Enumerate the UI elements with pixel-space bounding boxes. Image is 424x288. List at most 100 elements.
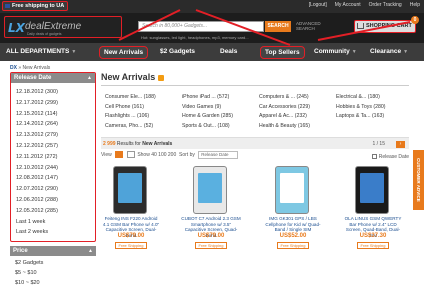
grid-view-icon[interactable] bbox=[115, 151, 124, 159]
date-filter-item[interactable]: 12.14.2012 (264) bbox=[11, 119, 95, 130]
next-page-button[interactable]: › bbox=[396, 141, 405, 148]
product-card[interactable]: IMG GK301 GPS / LBS Cellphone for Kid w/… bbox=[263, 164, 323, 254]
date-filter-item[interactable]: 12.18.2012 (300) bbox=[11, 87, 95, 98]
release-date-checkbox[interactable]: Release Date bbox=[371, 151, 409, 163]
date-filter-item[interactable]: 12.13.2012 (279) bbox=[11, 130, 95, 141]
category-link[interactable]: Health & Beauty (165) bbox=[255, 122, 332, 132]
cart-count-badge: 0 bbox=[411, 16, 419, 24]
phone-image[interactable] bbox=[355, 166, 389, 214]
date-filter-item[interactable]: 12.05.2012 (285) bbox=[11, 206, 95, 217]
advanced-search-link[interactable]: ADVANCED SEARCH bbox=[296, 21, 321, 31]
search-button[interactable]: SEARCH bbox=[265, 21, 291, 32]
show-option[interactable]: 40 bbox=[151, 152, 157, 158]
category-link[interactable]: Apparel & Ac... (232) bbox=[255, 112, 332, 122]
date-filter-item[interactable]: 12.11.2012 (272) bbox=[11, 152, 95, 163]
cart-label: SHOPPING CART bbox=[366, 23, 412, 29]
category-link[interactable]: Laptops & Ta... (163) bbox=[332, 112, 409, 122]
date-filter-item[interactable]: 12.10.2012 (244) bbox=[11, 163, 95, 174]
breadcrumb-home[interactable]: DX bbox=[10, 65, 17, 71]
release-date-filter: Release Date ▲ 12.18.2012 (300) 12.17.201… bbox=[10, 72, 96, 243]
release-date-title: Release Date bbox=[14, 75, 52, 81]
free-shipping-tag: Free Shipping bbox=[277, 242, 309, 249]
date-filter-item[interactable]: 12.08.2012 (147) bbox=[11, 173, 95, 184]
free-shipping-label: Free shipping to UA bbox=[12, 3, 65, 9]
product-card[interactable]: OLA LINUS GSM QWERTY Bar Phone w/ 2.4" L… bbox=[343, 164, 403, 254]
category-link[interactable]: Video Games (9) bbox=[178, 103, 255, 113]
category-link[interactable]: Home & Garden (285) bbox=[178, 112, 255, 122]
category-link[interactable]: Cell Phone (161) bbox=[101, 103, 178, 113]
divider bbox=[101, 85, 409, 86]
nav-label: ALL DEPARTMENTS bbox=[6, 48, 70, 55]
nav-deals[interactable]: Deals bbox=[216, 46, 241, 59]
category-link[interactable]: Hobbies & Toys (280) bbox=[332, 103, 409, 113]
date-filter-item[interactable]: 12.15.2012 (114) bbox=[11, 109, 95, 120]
category-link[interactable]: Car Accessories (229) bbox=[255, 103, 332, 113]
nav-top-sellers[interactable]: Top Sellers bbox=[260, 46, 305, 59]
date-filter-item[interactable]: 12.12.2012 (257) bbox=[11, 141, 95, 152]
price-filter-item[interactable]: $2 Gadgets bbox=[10, 258, 96, 268]
nav-new-arrivals[interactable]: New Arrivals bbox=[99, 46, 149, 59]
category-link[interactable] bbox=[332, 122, 409, 132]
price-title: Price bbox=[13, 248, 28, 255]
chevron-down-icon: ▼ bbox=[71, 49, 77, 55]
product-price: US$52.00 bbox=[279, 233, 307, 239]
phone-image[interactable] bbox=[113, 166, 147, 214]
phone-image[interactable] bbox=[193, 166, 227, 214]
nav-clearance[interactable]: Clearance ▼ bbox=[366, 46, 412, 59]
category-link[interactable]: Computers & ... (245) bbox=[255, 93, 332, 103]
nav-label: Deals bbox=[220, 48, 238, 55]
date-filter-item[interactable]: 12.06.2012 (288) bbox=[11, 195, 95, 206]
category-link[interactable]: Flashlights ... (106) bbox=[101, 112, 178, 122]
sort-select[interactable]: Release Date bbox=[198, 150, 239, 159]
logo-text: dealExtreme bbox=[25, 21, 82, 32]
category-link[interactable]: iPhone iPad ... (572) bbox=[178, 93, 255, 103]
result-text: Results for bbox=[116, 141, 141, 147]
show-option[interactable]: 100 bbox=[158, 152, 166, 158]
product-title[interactable]: IMG GK301 GPS / LBS Cellphone for Kid w/… bbox=[263, 216, 323, 233]
product-card[interactable]: CUBOT C7 Android 2.3 GSM Smartphone w/ 3… bbox=[181, 164, 241, 254]
category-link[interactable]: Electrical &... (180) bbox=[332, 93, 409, 103]
free-shipping-tag: Free Shipping bbox=[115, 242, 147, 249]
date-filter-item[interactable]: Last 1 week bbox=[11, 217, 95, 228]
my-account-link[interactable]: My Account bbox=[335, 2, 361, 8]
customer-advice-tab[interactable]: CUSTOMER ADVICE bbox=[413, 150, 424, 210]
results-bar: 2 999 Results for New Arrivals 1 / 15 › bbox=[101, 137, 409, 149]
date-filter-item[interactable]: Last 2 weeks bbox=[11, 227, 95, 238]
list-view-icon[interactable] bbox=[126, 151, 135, 159]
show-label: Show bbox=[137, 152, 150, 158]
nav-2-gadgets[interactable]: $2 Gadgets bbox=[156, 46, 199, 59]
checkbox-icon bbox=[371, 154, 377, 160]
free-shipping-badge[interactable]: Free shipping to UA bbox=[2, 1, 69, 11]
top-bar: Free shipping to UA [Logout] My Account … bbox=[0, 0, 424, 13]
show-option[interactable]: 200 bbox=[168, 152, 176, 158]
price-header[interactable]: Price ▲ bbox=[10, 246, 96, 257]
category-link[interactable]: Sports & Out... (108) bbox=[178, 122, 255, 132]
checkbox-label: Release Date bbox=[378, 154, 409, 160]
chevron-down-icon: ▼ bbox=[351, 49, 357, 55]
order-tracking-link[interactable]: Order Tracking bbox=[369, 2, 402, 8]
nav-community[interactable]: Community ▼ bbox=[310, 46, 361, 59]
phone-image[interactable] bbox=[275, 166, 309, 214]
price-filter: Price ▲ $2 Gadgets $5 ~ $10 $10 ~ $20 bbox=[10, 246, 96, 288]
category-link[interactable]: Consumer Ele... (188) bbox=[101, 93, 178, 103]
shopping-cart-button[interactable]: SHOPPING CART 0 bbox=[354, 16, 419, 33]
category-link[interactable]: Cameras, Pho... (52) bbox=[101, 122, 178, 132]
collapse-icon: ▲ bbox=[87, 75, 92, 81]
nav-all-departments[interactable]: ALL DEPARTMENTS ▼ bbox=[2, 46, 80, 59]
site-logo[interactable]: LX dealExtreme Daily deals of gadgets bbox=[4, 16, 122, 38]
flag-icon bbox=[5, 3, 10, 8]
product-price: US$37.30 bbox=[359, 233, 387, 239]
price-filter-item[interactable]: $5 ~ $10 bbox=[10, 268, 96, 278]
search-input[interactable]: Search in 80,000+ Gadgets... bbox=[138, 21, 264, 32]
date-filter-item[interactable]: 12.17.2012 (299) bbox=[11, 98, 95, 109]
price-filter-item[interactable]: $10 ~ $20 bbox=[10, 278, 96, 288]
date-filter-item[interactable]: 12.07.2012 (290) bbox=[11, 184, 95, 195]
release-date-header[interactable]: Release Date ▲ bbox=[11, 73, 95, 83]
rss-icon[interactable] bbox=[158, 74, 165, 81]
logout-link[interactable]: [Logout] bbox=[309, 2, 327, 8]
product-card[interactable]: Feiteng INS F220 Android 4.1 GSM Bar Pho… bbox=[101, 164, 161, 254]
help-link[interactable]: Help bbox=[410, 2, 420, 8]
nav-label: New Arrivals bbox=[104, 49, 144, 56]
breadcrumb: DX » New Arrivals bbox=[10, 65, 51, 71]
hot-searches[interactable]: Hot: sunglasses, led light, headphones, … bbox=[141, 35, 249, 40]
